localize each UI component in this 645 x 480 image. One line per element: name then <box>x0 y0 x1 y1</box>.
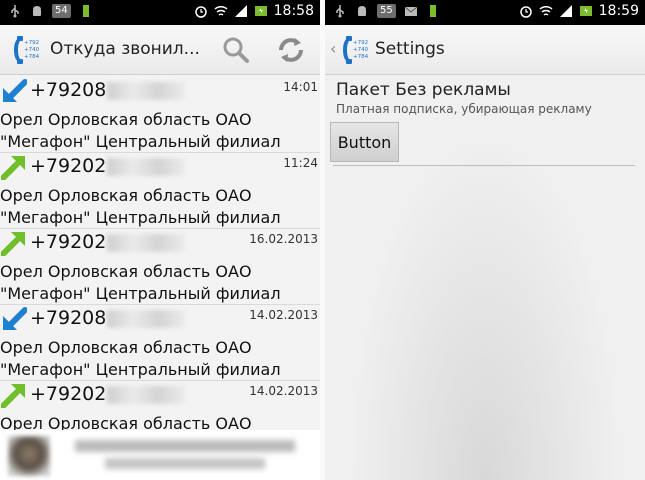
call-time: 14:01 <box>283 80 318 94</box>
usb-icon <box>11 5 19 18</box>
call-region: Орел Орловская область ОАО <box>0 262 252 281</box>
battery-icon <box>579 6 592 16</box>
alarm-icon <box>194 6 207 18</box>
settings-list: Пакет Без рекламы Платная подписка, убир… <box>325 75 645 480</box>
phone-number: +79208 <box>30 307 186 329</box>
call-operator: "Мегафон" Центральный филиал <box>0 208 281 227</box>
call-operator: "Мегафон" Центральный филиал <box>0 132 281 151</box>
refresh-icon[interactable] <box>275 34 307 66</box>
action-bar: +792 +740 +784 Откуда звонил... <box>0 25 320 75</box>
app-icon-text-3: +784 <box>24 54 40 60</box>
action-bar: ‹ +792 +740 +784 Settings <box>325 25 645 75</box>
back-chevron-icon[interactable]: ‹ <box>330 39 336 58</box>
buy-button[interactable]: Button <box>330 122 399 162</box>
call-region: Орел Орловская область ОАО <box>0 338 252 357</box>
call-time: 14.02.2013 <box>249 308 318 322</box>
app-phone-icon[interactable]: +792 +740 +784 <box>339 33 373 67</box>
app-title: Откуда звонил... <box>50 39 200 59</box>
mail-icon <box>404 6 418 16</box>
settings-screen: 55 18:59 ‹ +792 +740 +784 Settings Пакет… <box>325 0 645 480</box>
phone-number: +79202 <box>30 231 186 253</box>
divider <box>333 165 635 166</box>
outgoing-call-icon <box>1 232 25 256</box>
call-time: 16.02.2013 <box>249 232 318 246</box>
android-icon <box>358 6 366 16</box>
notification-count-badge: 54 <box>52 4 71 18</box>
call-time: 11:24 <box>283 156 318 170</box>
wifi-icon <box>539 5 553 16</box>
call-time: 14.02.2013 <box>249 384 318 398</box>
battery-icon <box>254 6 267 16</box>
call-region: Орел Орловская область ОАО <box>0 110 252 129</box>
phone-number: +79208 <box>30 79 186 101</box>
incoming-call-icon <box>3 79 27 102</box>
ad-text-blurred <box>75 440 295 452</box>
status-bar: 54 18:58 <box>0 0 320 25</box>
app-phone-icon[interactable]: +792 +740 +784 <box>10 33 44 67</box>
ad-banner[interactable] <box>0 430 320 480</box>
call-log-item[interactable]: +79202 16.02.2013 Орел Орловская область… <box>0 228 320 305</box>
notification-count-badge: 55 <box>377 4 396 18</box>
preference-summary: Платная подписка, убирающая рекламу <box>336 102 592 116</box>
preference-title: Пакет Без рекламы <box>336 80 511 100</box>
clock: 18:58 <box>273 3 314 19</box>
battery-small-icon <box>82 5 89 17</box>
ad-thumbnail <box>8 436 50 476</box>
call-log-item[interactable]: +79208 14:01 Орел Орловская область ОАО … <box>0 76 320 153</box>
app-icon-text-3: +784 <box>353 54 369 60</box>
call-log-item[interactable]: +79208 14.02.2013 Орел Орловская область… <box>0 304 320 381</box>
app-icon-text-1: +792 <box>353 40 368 46</box>
call-region: Орел Орловская область ОАО <box>0 186 252 205</box>
phone-number: +79202 <box>30 155 186 177</box>
settings-title: Settings <box>375 39 445 59</box>
outgoing-call-icon <box>1 384 25 408</box>
signal-icon <box>559 5 572 17</box>
wifi-icon <box>214 5 228 16</box>
battery-small-icon <box>429 5 436 17</box>
outgoing-call-icon <box>1 156 25 180</box>
call-operator: "Мегафон" Центральный филиал <box>0 284 281 303</box>
incoming-call-icon <box>3 307 27 330</box>
app-icon-text-1: +792 <box>24 40 39 46</box>
alarm-icon <box>519 6 532 18</box>
usb-icon <box>336 5 344 18</box>
search-icon[interactable] <box>222 36 250 64</box>
app-icon-text-2: +740 <box>353 47 369 53</box>
android-icon <box>33 6 41 16</box>
call-operator: "Мегафон" Центральный филиал <box>0 360 281 379</box>
status-bar: 55 18:59 <box>325 0 645 25</box>
signal-icon <box>234 5 247 17</box>
call-log-item[interactable]: +79202 11:24 Орел Орловская область ОАО … <box>0 152 320 229</box>
phone-number: +79202 <box>30 383 186 405</box>
clock: 18:59 <box>598 3 639 19</box>
ad-text-blurred <box>105 458 265 469</box>
app-icon-text-2: +740 <box>24 47 40 53</box>
call-log-screen: 54 18:58 +792 +740 +784 Откуда звонил... <box>0 0 320 480</box>
